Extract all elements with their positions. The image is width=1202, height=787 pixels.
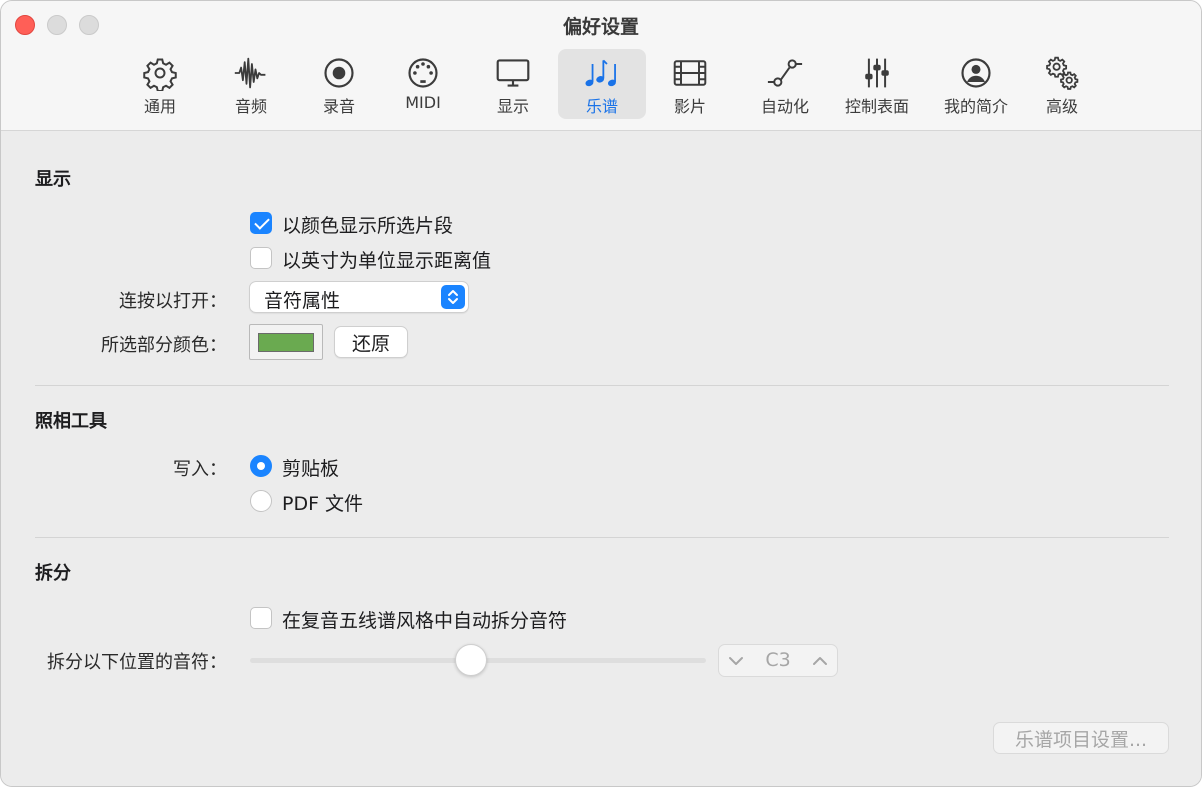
split-note-stepper[interactable]: C3 (718, 644, 838, 677)
section-title-split: 拆分 (35, 563, 71, 584)
film-icon (670, 55, 710, 91)
sliders-icon (857, 55, 897, 91)
double-click-opens-label: 连按以打开： (119, 291, 227, 312)
automation-curve-icon (765, 55, 805, 91)
split-notes-below-label: 拆分以下位置的音符： (47, 652, 227, 673)
tab-label: 音频 (234, 97, 267, 116)
toolbar: 偏好设置 通用 音频 录音 MIDI 显示 乐谱 影片 自动化 控制表面 我的简… (1, 1, 1201, 131)
auto-split-notes-checkbox[interactable] (250, 607, 272, 629)
write-to-clipboard-radio[interactable] (250, 455, 272, 477)
tab-display[interactable]: 显示 (469, 49, 557, 119)
selection-color-label: 所选部分颜色： (101, 335, 227, 356)
person-icon (956, 55, 996, 91)
tab-midi[interactable]: MIDI (379, 49, 467, 119)
chevron-up-down-icon (441, 285, 465, 309)
tab-general[interactable]: 通用 (116, 49, 204, 119)
score-preferences-pane: 显示 以颜色显示所选片段 以英寸为单位显示距离值 连按以打开： 音符属性 所选部… (1, 132, 1201, 786)
tab-label: 自动化 (760, 97, 809, 116)
auto-split-notes-label: 在复音五线谱风格中自动拆分音符 (282, 610, 568, 632)
restore-color-button[interactable]: 还原 (334, 326, 408, 358)
tab-label: 影片 (673, 97, 706, 116)
section-divider (35, 537, 1169, 538)
tab-label: 控制表面 (844, 97, 909, 116)
tab-label: 录音 (322, 97, 355, 116)
tab-label: 显示 (496, 97, 529, 116)
write-to-pdf-radio[interactable] (250, 490, 272, 512)
show-selection-in-color-checkbox[interactable] (250, 212, 272, 234)
preferences-window: 偏好设置 通用 音频 录音 MIDI 显示 乐谱 影片 自动化 控制表面 我的简… (0, 0, 1202, 787)
double-click-opens-popup[interactable]: 音符属性 (249, 281, 469, 313)
tab-score[interactable]: 乐谱 (558, 49, 646, 119)
waveform-icon (231, 55, 271, 91)
record-icon (319, 55, 359, 91)
score-project-settings-button[interactable]: 乐谱项目设置... (993, 722, 1169, 754)
tab-control-surfaces[interactable]: 控制表面 (833, 49, 921, 119)
section-divider (35, 385, 1169, 386)
tab-recording[interactable]: 录音 (295, 49, 383, 119)
tab-label: 我的简介 (943, 97, 1008, 116)
write-to-pdf-label: PDF 文件 (282, 493, 364, 515)
show-selection-in-color-label: 以颜色显示所选片段 (282, 215, 454, 237)
write-to-clipboard-label: 剪贴板 (282, 458, 340, 480)
selection-color-swatch (258, 333, 314, 352)
show-distances-in-inches-checkbox[interactable] (250, 247, 272, 269)
section-title-camera-tool: 照相工具 (35, 411, 107, 432)
tab-advanced[interactable]: 高级 (1018, 49, 1106, 119)
gears-icon (1042, 55, 1082, 91)
show-distances-in-inches-label: 以英寸为单位显示距离值 (282, 250, 492, 272)
tab-label: 乐谱 (585, 97, 618, 116)
write-to-label: 写入： (173, 459, 227, 480)
chevron-up-icon[interactable] (811, 652, 829, 670)
tab-label: 高级 (1045, 97, 1078, 116)
music-notes-icon (582, 55, 622, 91)
section-title-display: 显示 (35, 169, 71, 190)
tab-audio[interactable]: 音频 (207, 49, 295, 119)
tab-label: MIDI (405, 93, 441, 112)
tab-my-info[interactable]: 我的简介 (932, 49, 1020, 119)
selection-color-well[interactable] (249, 324, 323, 360)
split-point-slider-thumb[interactable] (455, 644, 487, 676)
popup-value: 音符属性 (264, 290, 341, 312)
tab-movie[interactable]: 影片 (646, 49, 734, 119)
window-title: 偏好设置 (562, 16, 639, 38)
tab-automation[interactable]: 自动化 (741, 49, 829, 119)
midi-connector-icon (403, 55, 443, 91)
tab-label: 通用 (143, 97, 176, 116)
gear-icon (140, 55, 180, 91)
monitor-icon (493, 55, 533, 91)
